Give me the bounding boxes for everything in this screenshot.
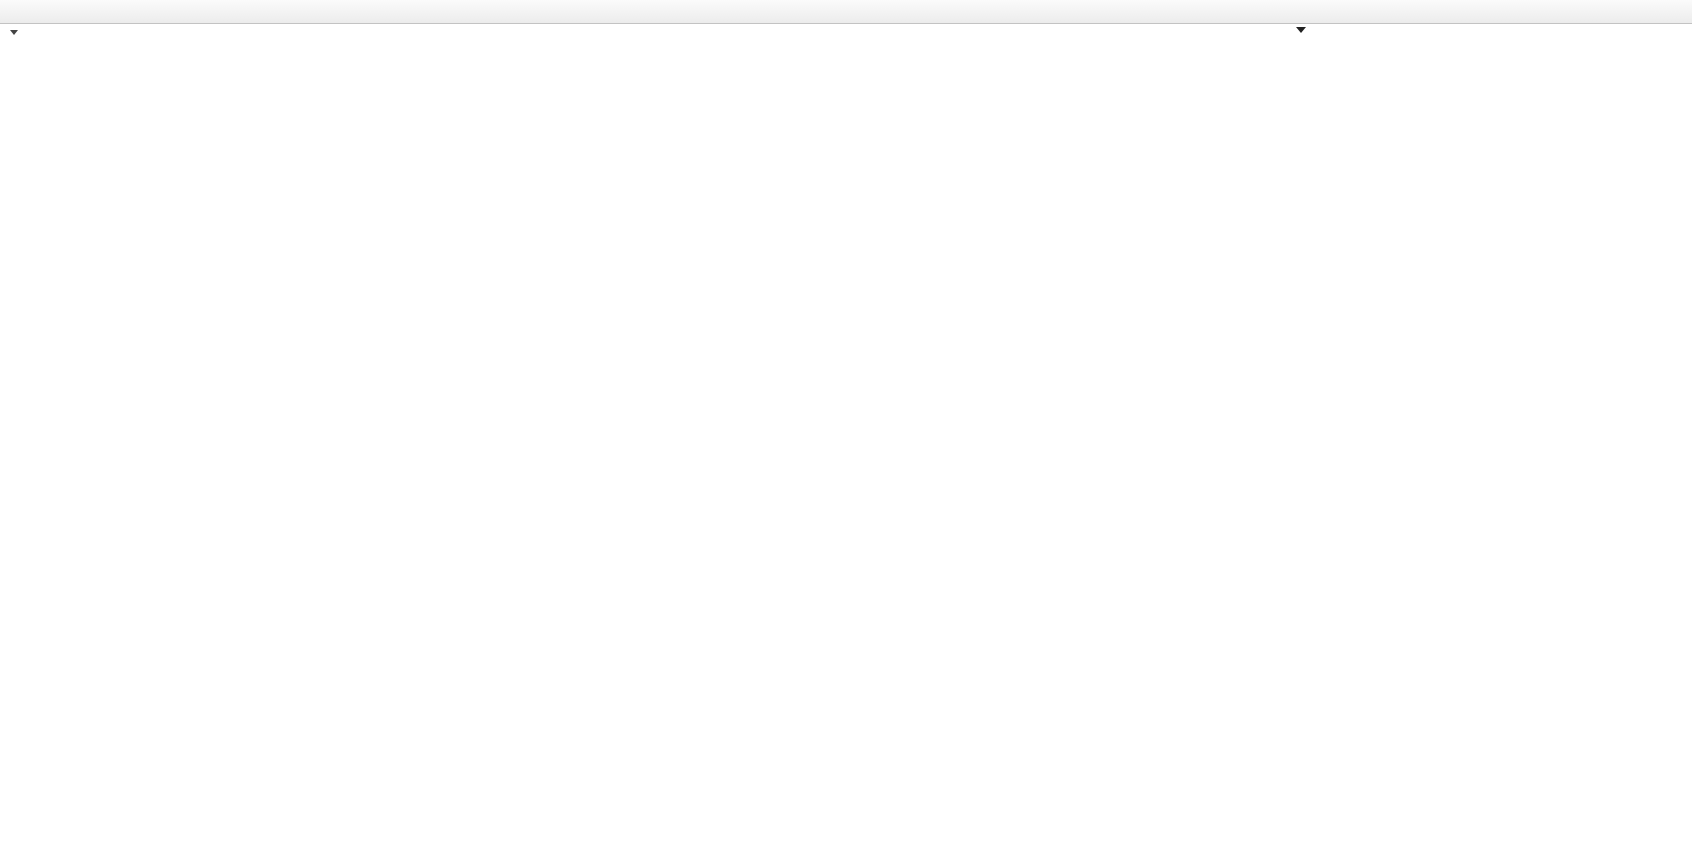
- mt4-window: [0, 0, 1692, 850]
- chart-svg: [0, 24, 1692, 850]
- chart-area: [0, 24, 1692, 850]
- chart-shift-marker[interactable]: [1296, 27, 1306, 33]
- symbol-dropdown-icon[interactable]: [10, 30, 18, 35]
- main-toolbar: [0, 0, 1692, 24]
